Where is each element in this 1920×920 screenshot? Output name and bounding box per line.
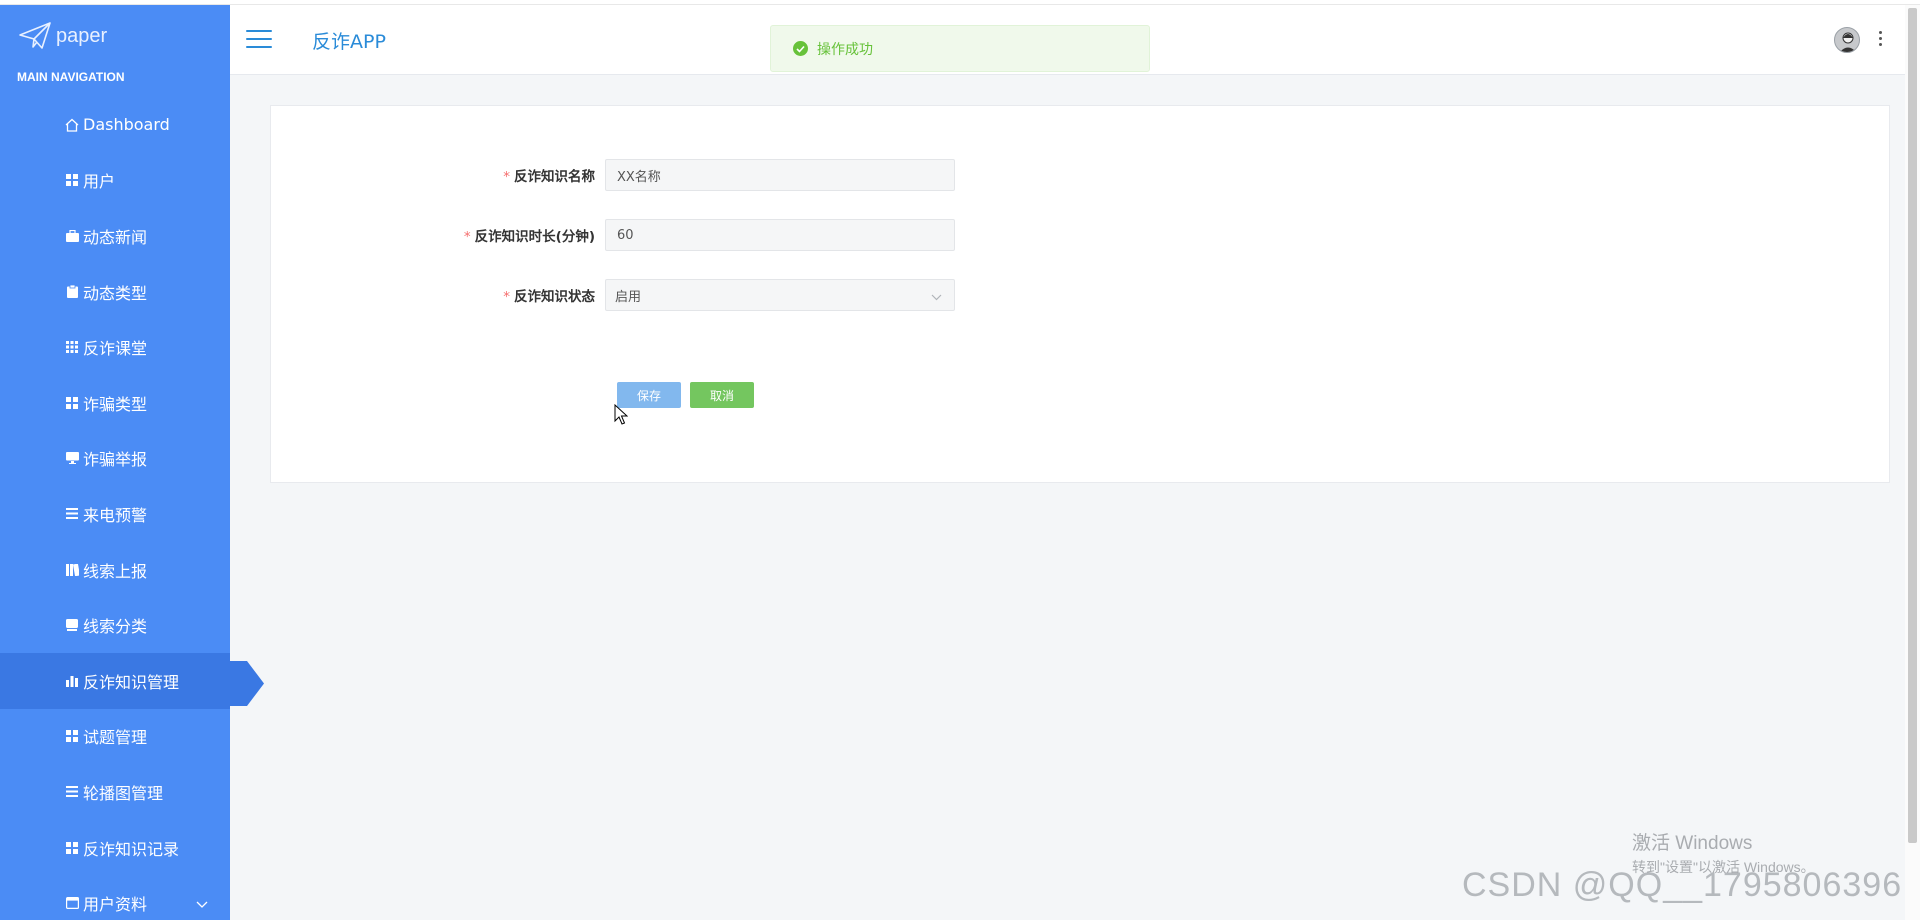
csdn-watermark: CSDN @QQ__1795806396 bbox=[1462, 866, 1903, 904]
sidebar-item-label: 诈骗类型 bbox=[83, 394, 148, 414]
active-item-pointer bbox=[230, 661, 264, 706]
sidebar-item-news[interactable]: 动态新闻 bbox=[0, 208, 230, 264]
sidebar-item-label: 反诈课堂 bbox=[83, 339, 148, 359]
select-value: 启用 bbox=[615, 289, 642, 305]
sidebar-item-class[interactable]: 反诈课堂 bbox=[0, 319, 230, 375]
grid-icon bbox=[64, 172, 80, 188]
grid-icon bbox=[64, 395, 80, 411]
field-label: * 反诈知识状态 bbox=[503, 289, 595, 305]
list-icon bbox=[64, 506, 80, 522]
grid-icon bbox=[64, 339, 80, 355]
sidebar-item-users[interactable]: 用户 bbox=[0, 153, 230, 209]
sidebar-item-label: 反诈知识管理 bbox=[83, 672, 180, 692]
sidebar-item-label: 线索分类 bbox=[83, 617, 148, 637]
chevron-down-icon[interactable] bbox=[196, 894, 208, 913]
grid-icon bbox=[64, 840, 80, 856]
cancel-button[interactable]: 取消 bbox=[690, 382, 754, 408]
more-options-icon[interactable] bbox=[1876, 31, 1884, 49]
sidebar-item-fraud-type[interactable]: 诈骗类型 bbox=[0, 375, 230, 431]
bar-chart-icon bbox=[64, 673, 80, 689]
sidebar-item-label: 线索上报 bbox=[83, 561, 148, 581]
sidebar-item-fraud-report[interactable]: 诈骗举报 bbox=[0, 431, 230, 487]
sidebar-item-label: 来电预警 bbox=[83, 505, 148, 525]
sidebar-item-label: 试题管理 bbox=[83, 728, 148, 748]
sidebar-item-dashboard[interactable]: Dashboard bbox=[0, 97, 230, 153]
sidebar-item-clue-category[interactable]: 线索分类 bbox=[0, 597, 230, 653]
required-mark: * bbox=[503, 169, 510, 185]
field-label: * 反诈知识名称 bbox=[503, 169, 595, 185]
required-mark: * bbox=[503, 289, 510, 305]
sidebar-item-label: 用户 bbox=[83, 172, 116, 192]
sidebar-item-clue-report[interactable]: 线索上报 bbox=[0, 542, 230, 598]
sidebar-item-label: 反诈知识记录 bbox=[83, 839, 180, 859]
required-mark: * bbox=[463, 229, 471, 245]
sidebar-item-knowledge-management[interactable]: 反诈知识管理 bbox=[0, 652, 230, 709]
sidebar-item-label: 动态类型 bbox=[83, 283, 148, 303]
sidebar-item-label: 轮播图管理 bbox=[83, 783, 164, 803]
sidebar: paper MAIN NAVIGATION Dashboard 用户 动态新闻 … bbox=[0, 5, 230, 920]
sidebar-item-label: 动态新闻 bbox=[83, 227, 148, 247]
sidebar-item-label: 诈骗举报 bbox=[83, 450, 148, 470]
card-icon bbox=[64, 617, 80, 633]
knowledge-duration-input[interactable]: 60 bbox=[605, 219, 955, 251]
grid-icon bbox=[64, 728, 80, 744]
nav-heading: MAIN NAVIGATION bbox=[17, 70, 125, 84]
avatar[interactable] bbox=[1834, 27, 1860, 53]
success-toast: 操作成功 bbox=[770, 25, 1150, 72]
list-icon bbox=[64, 784, 80, 800]
form-card: * 反诈知识名称 XX名称 * 反诈知识时长(分钟) 60 * 反诈知识状态 启用 保… bbox=[270, 105, 1890, 483]
monitor-icon bbox=[64, 450, 80, 466]
app-title: 反诈APP bbox=[312, 31, 386, 53]
knowledge-name-input[interactable]: XX名称 bbox=[605, 159, 955, 191]
sidebar-item-label: Dashboard bbox=[83, 115, 170, 135]
logo-text: paper bbox=[56, 24, 108, 47]
scrollbar-thumb[interactable] bbox=[1908, 8, 1917, 843]
sidebar-item-knowledge-records[interactable]: 反诈知识记录 bbox=[0, 820, 230, 876]
sidebar-item-news-type[interactable]: 动态类型 bbox=[0, 264, 230, 320]
clipboard-icon bbox=[64, 284, 80, 300]
sidebar-item-call-warning[interactable]: 来电预警 bbox=[0, 486, 230, 542]
toast-message: 操作成功 bbox=[817, 41, 873, 58]
mouse-cursor-icon bbox=[614, 404, 628, 425]
field-label: * 反诈知识时长(分钟) bbox=[463, 229, 595, 245]
form-row-duration: * 反诈知识时长(分钟) 60 bbox=[271, 218, 955, 252]
paper-plane-icon bbox=[19, 22, 51, 49]
sidebar-item-label: 用户资料 bbox=[83, 895, 148, 915]
sidebar-item-user-profile[interactable]: 用户资料 bbox=[0, 875, 230, 920]
check-circle-icon bbox=[793, 41, 808, 56]
knowledge-status-select[interactable]: 启用 bbox=[605, 279, 955, 311]
briefcase-icon bbox=[64, 228, 80, 244]
sidebar-item-questions[interactable]: 试题管理 bbox=[0, 709, 230, 765]
form-row-name: * 反诈知识名称 XX名称 bbox=[271, 158, 955, 192]
calendar-icon bbox=[64, 895, 80, 911]
logo[interactable]: paper bbox=[0, 5, 230, 67]
chevron-down-icon bbox=[931, 290, 942, 305]
book-icon bbox=[64, 562, 80, 578]
menu-toggle-icon[interactable] bbox=[246, 30, 272, 50]
sidebar-item-carousel[interactable]: 轮播图管理 bbox=[0, 764, 230, 820]
form-row-status: * 反诈知识状态 启用 bbox=[271, 278, 955, 312]
home-icon bbox=[64, 117, 80, 133]
